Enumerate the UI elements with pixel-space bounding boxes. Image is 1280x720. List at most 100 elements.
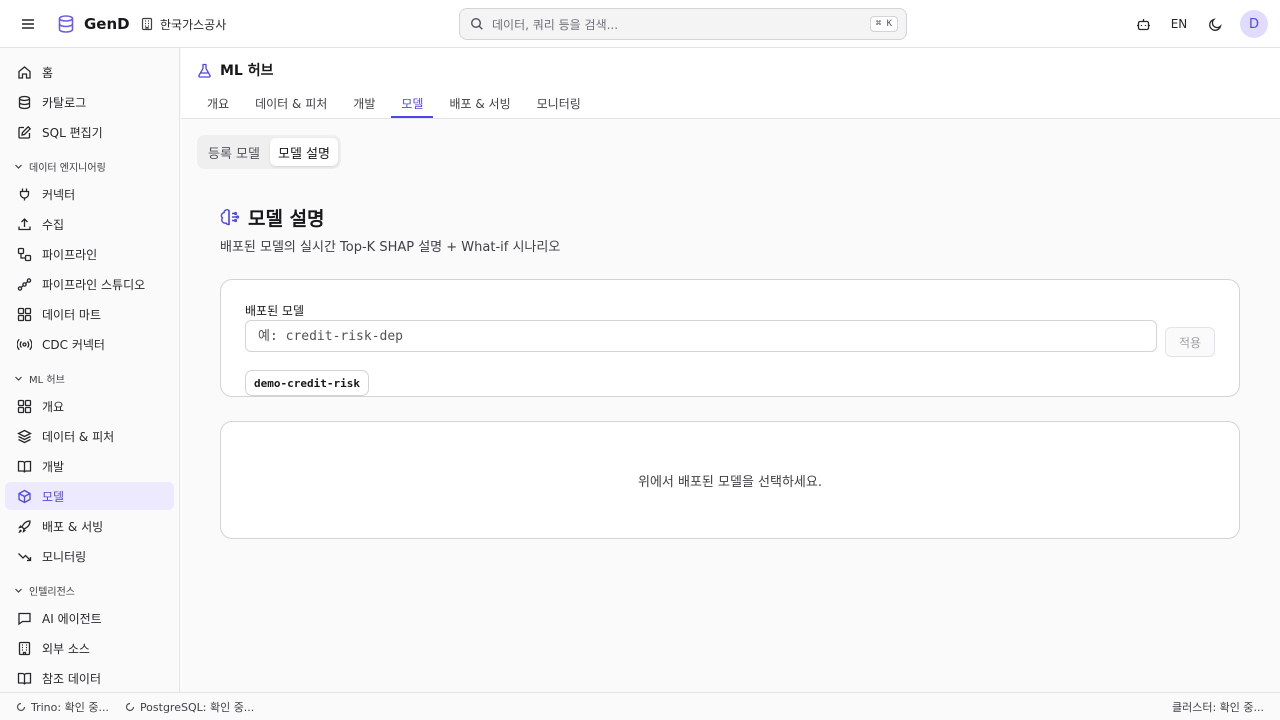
bot-icon[interactable] bbox=[1132, 13, 1154, 35]
segment-registered-models[interactable]: 등록 모델 bbox=[200, 138, 268, 166]
deployed-model-label: 배포된 모델 bbox=[245, 304, 305, 318]
building-icon bbox=[140, 17, 154, 31]
sidebar-item-cdc-connector[interactable]: CDC 커넥터 bbox=[5, 330, 174, 358]
sidebar-item-data-features[interactable]: 데이터 & 피처 bbox=[5, 422, 174, 450]
sidebar-item-label: 참조 데이터 bbox=[42, 671, 102, 686]
sidebar-item-label: CDC 커넥터 bbox=[42, 337, 105, 352]
model-select-card: 배포된 모델 적용 demo-credit-risk bbox=[220, 279, 1240, 397]
chevron-down-icon bbox=[14, 586, 23, 595]
status-trino: Trino: 확인 중... bbox=[16, 699, 109, 715]
home-icon bbox=[17, 65, 32, 80]
deployed-model-input[interactable] bbox=[245, 320, 1157, 352]
org-name: 한국가스공사 bbox=[160, 17, 227, 32]
building-icon bbox=[17, 641, 32, 656]
section-title: 인텔리전스 bbox=[29, 586, 75, 598]
chevron-down-icon bbox=[14, 162, 23, 171]
empty-state-message: 위에서 배포된 모델을 선택하세요. bbox=[638, 474, 822, 490]
sidebar-item-label: 외부 소스 bbox=[42, 641, 90, 656]
section-heading: 모델 설명 bbox=[220, 204, 325, 230]
sidebar-item-label: SQL 편집기 bbox=[42, 125, 103, 140]
section-title: 모델 설명 bbox=[248, 207, 325, 230]
tab-development[interactable]: 개발 bbox=[343, 90, 385, 118]
sidebar-item-label: 배포 & 서빙 bbox=[42, 519, 104, 534]
sidebar-item-catalog[interactable]: 카탈로그 bbox=[5, 88, 174, 116]
sidebar-item-ml-overview[interactable]: 개요 bbox=[5, 392, 174, 420]
model-chip[interactable]: demo-credit-risk bbox=[245, 370, 369, 396]
grid-icon bbox=[17, 307, 32, 322]
rocket-icon bbox=[17, 519, 32, 534]
section-title: 데이터 엔지니어링 bbox=[29, 162, 106, 174]
brand[interactable]: GenD bbox=[56, 12, 130, 36]
tab-overview[interactable]: 개요 bbox=[197, 90, 239, 118]
sidebar-item-label: 파이프라인 bbox=[42, 247, 98, 262]
status-cluster: 클러스터: 확인 중... bbox=[1172, 699, 1264, 715]
trend-down-icon bbox=[17, 549, 32, 564]
search-shortcut: ⌘ K bbox=[869, 16, 898, 32]
sidebar-item-pipeline[interactable]: 파이프라인 bbox=[5, 240, 174, 268]
sidebar-item-label: 모델 bbox=[42, 489, 65, 504]
sidebar-item-external-source[interactable]: 외부 소스 bbox=[5, 634, 174, 662]
database-icon bbox=[17, 95, 32, 110]
section-subtitle: 배포된 모델의 실시간 Top-K SHAP 설명 + What-if 시나리오 bbox=[220, 240, 561, 255]
sidebar-item-home[interactable]: 홈 bbox=[5, 58, 174, 86]
tab-model[interactable]: 모델 bbox=[391, 90, 434, 118]
sidebar-item-ingest[interactable]: 수집 bbox=[5, 210, 174, 238]
sidebar-item-deploy-serving[interactable]: 배포 & 서빙 bbox=[5, 512, 174, 540]
status-bar: Trino: 확인 중... PostgreSQL: 확인 중... 클러스터:… bbox=[0, 692, 1280, 720]
top-bar: GenD 한국가스공사 데이터, 쿼리 등을 검색... ⌘ K EN D bbox=[0, 0, 1280, 48]
chevron-down-icon bbox=[14, 374, 23, 383]
sidebar-item-label: 수집 bbox=[42, 217, 65, 232]
sidebar-item-reference-data[interactable]: 참조 데이터 bbox=[5, 664, 174, 692]
language-toggle[interactable]: EN bbox=[1168, 17, 1190, 31]
tab-monitoring[interactable]: 모니터링 bbox=[527, 90, 591, 118]
menu-icon[interactable] bbox=[16, 12, 40, 36]
plug-icon bbox=[17, 187, 32, 202]
org-selector[interactable]: 한국가스공사 bbox=[140, 13, 226, 35]
moon-icon[interactable] bbox=[1204, 13, 1226, 35]
avatar[interactable]: D bbox=[1240, 10, 1268, 38]
sidebar-item-label: 데이터 마트 bbox=[42, 307, 102, 322]
section-ml-hub[interactable]: ML 허브 bbox=[0, 366, 179, 390]
database-logo-icon bbox=[56, 14, 76, 34]
global-search[interactable]: 데이터, 쿼리 등을 검색... ⌘ K bbox=[459, 8, 907, 40]
upload-icon bbox=[17, 217, 32, 232]
sidebar-item-label: 홈 bbox=[42, 65, 54, 80]
tab-data-features[interactable]: 데이터 & 피처 bbox=[245, 90, 337, 118]
nodes-icon bbox=[17, 277, 32, 292]
sidebar-item-label: 커넥터 bbox=[42, 187, 76, 202]
sidebar-item-monitoring[interactable]: 모니터링 bbox=[5, 542, 174, 570]
sidebar-item-label: 개발 bbox=[42, 459, 65, 474]
explanation-card: 위에서 배포된 모델을 선택하세요. bbox=[220, 421, 1240, 539]
status-text: PostgreSQL: 확인 중... bbox=[139, 700, 255, 714]
main-content: ML 허브 개요 데이터 & 피처 개발 모델 배포 & 서빙 모니터링 등록 … bbox=[181, 48, 1280, 692]
tab-bar: 개요 데이터 & 피처 개발 모델 배포 & 서빙 모니터링 bbox=[197, 90, 597, 118]
page-header: ML 허브 개요 데이터 & 피처 개발 모델 배포 & 서빙 모니터링 bbox=[181, 48, 1280, 119]
apply-button[interactable]: 적용 bbox=[1165, 327, 1215, 357]
sidebar-item-label: 파이프라인 스튜디오 bbox=[42, 277, 146, 292]
loading-icon bbox=[125, 702, 135, 712]
section-title: ML 허브 bbox=[29, 374, 65, 386]
sidebar-item-data-mart[interactable]: 데이터 마트 bbox=[5, 300, 174, 328]
section-data-engineering[interactable]: 데이터 엔지니어링 bbox=[0, 154, 179, 178]
sidebar-item-pipeline-studio[interactable]: 파이프라인 스튜디오 bbox=[5, 270, 174, 298]
sidebar-item-sql-editor[interactable]: SQL 편집기 bbox=[5, 118, 174, 146]
sidebar-item-model[interactable]: 모델 bbox=[5, 482, 174, 510]
sidebar-item-ai-agent[interactable]: AI 에이전트 bbox=[5, 604, 174, 632]
layers-icon bbox=[17, 429, 32, 444]
cube-icon bbox=[17, 489, 32, 504]
status-text: Trino: 확인 중... bbox=[31, 700, 109, 714]
brand-name: GenD bbox=[84, 15, 130, 33]
sidebar-item-label: 카탈로그 bbox=[42, 95, 87, 110]
grid-icon bbox=[17, 399, 32, 414]
search-icon bbox=[470, 17, 484, 31]
section-intelligence[interactable]: 인텔리전스 bbox=[0, 578, 179, 602]
edit-icon bbox=[17, 125, 32, 140]
radio-icon bbox=[17, 337, 32, 352]
status-text: 클러스터: 확인 중... bbox=[1171, 700, 1264, 714]
flask-icon bbox=[197, 63, 212, 78]
sidebar-item-development[interactable]: 개발 bbox=[5, 452, 174, 480]
sidebar-item-connector[interactable]: 커넥터 bbox=[5, 180, 174, 208]
tab-deploy-serving[interactable]: 배포 & 서빙 bbox=[439, 90, 520, 118]
sidebar-item-label: AI 에이전트 bbox=[42, 611, 102, 626]
segment-model-explanation[interactable]: 모델 설명 bbox=[269, 138, 338, 166]
